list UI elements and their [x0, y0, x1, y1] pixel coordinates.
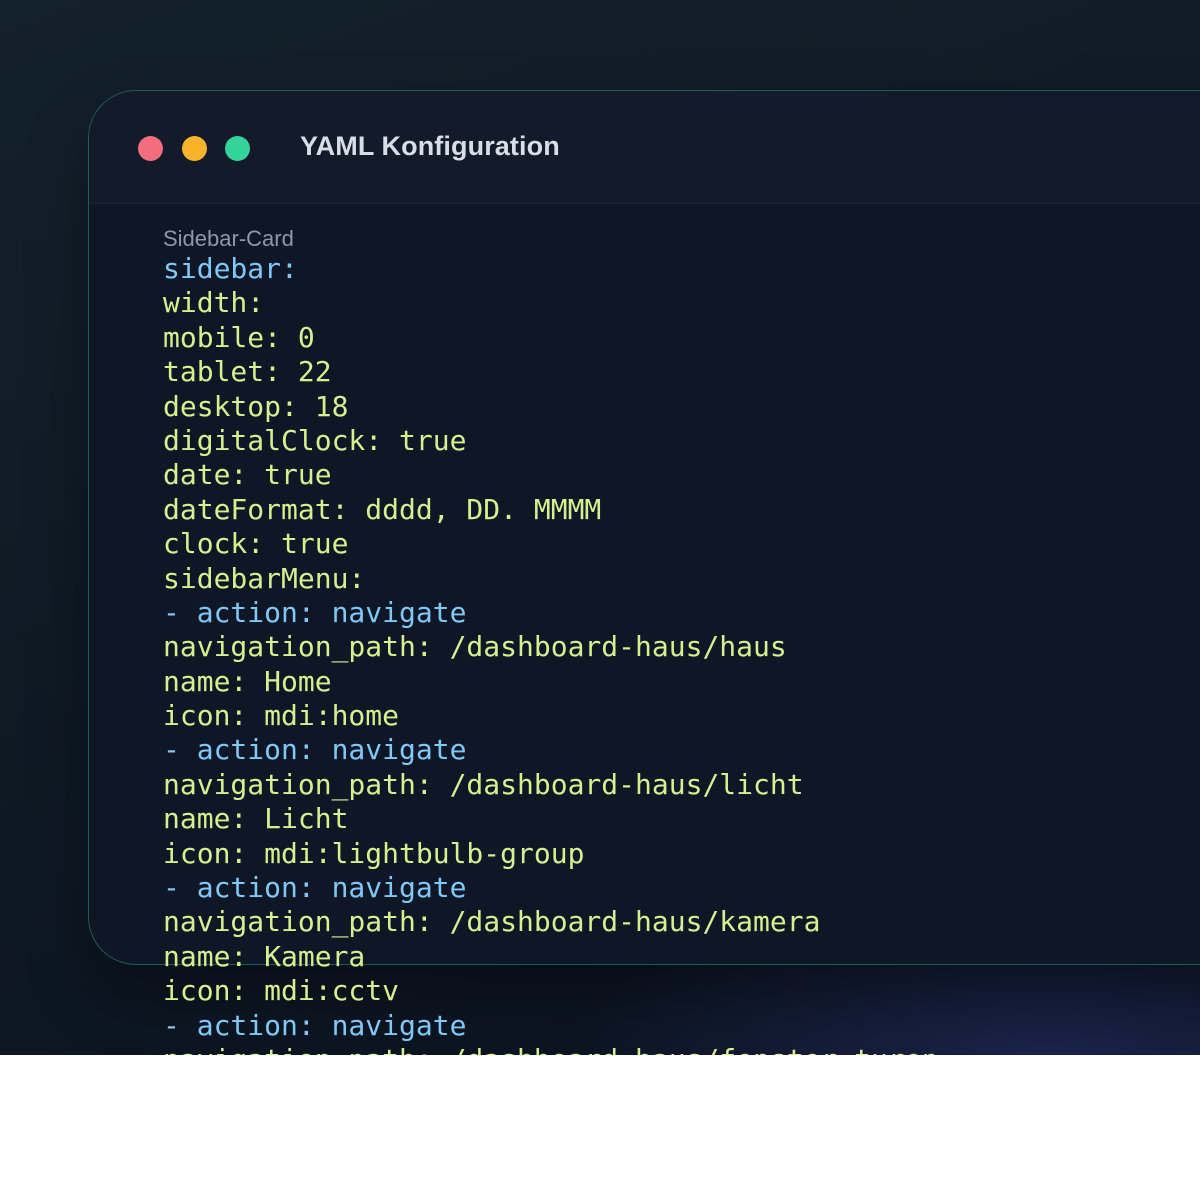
code-line-list-item: - action: navigate — [163, 871, 938, 905]
code-line: navigation_path: /dashboard-haus/licht — [163, 767, 804, 801]
code-line: navigation_path: /dashboard-haus/fenster… — [163, 1043, 938, 1055]
code-content: Sidebar-Card sidebar: width: mobile: 0 t… — [163, 226, 938, 1055]
code-text: action: navigate — [196, 595, 467, 629]
code-line: clock: true — [163, 527, 349, 561]
screenshot-stage: YAML Konfiguration Sidebar-Card sidebar:… — [0, 0, 1200, 1055]
window-titlebar: YAML Konfiguration — [89, 91, 1200, 204]
code-line-list-item: - action: navigate — [163, 596, 938, 630]
code-text: action: navigate — [196, 871, 467, 905]
code-line: date: true — [163, 458, 332, 492]
code-line: navigation_path: /dashboard-haus/kamera — [163, 905, 821, 939]
code-text: action: navigate — [196, 1008, 467, 1042]
list-marker: - — [163, 1008, 197, 1042]
code-line: dateFormat: dddd, DD. MMMM — [163, 492, 602, 526]
code-line: navigation_path: /dashboard-haus/haus — [163, 630, 787, 664]
code-line: sidebar: — [163, 252, 298, 285]
code-line: sidebarMenu: — [163, 561, 366, 595]
code-line: icon: mdi:cctv — [163, 974, 400, 1008]
code-line: name: Kamera — [163, 939, 366, 973]
file-label: Sidebar-Card — [163, 226, 294, 251]
code-line: tablet: 22 — [163, 355, 332, 389]
maximize-window-button[interactable] — [225, 136, 250, 161]
code-line: width: — [163, 286, 265, 320]
minimize-window-button[interactable] — [182, 136, 207, 161]
yaml-code-block: sidebar: width: mobile: 0 tablet: 22 des… — [163, 252, 938, 1055]
code-line: icon: mdi:lightbulb-group — [163, 836, 585, 870]
code-text: action: navigate — [196, 733, 467, 767]
code-line-list-item: - action: navigate — [163, 1009, 938, 1043]
code-line-list-item: - action: navigate — [163, 733, 938, 767]
code-line: name: Licht — [163, 802, 349, 836]
list-marker: - — [163, 595, 197, 629]
list-marker: - — [163, 733, 197, 767]
window-title: YAML Konfiguration — [300, 131, 560, 161]
code-line: name: Home — [163, 664, 332, 698]
list-marker: - — [163, 871, 197, 905]
close-window-button[interactable] — [138, 136, 163, 161]
code-line: desktop: 18 — [163, 389, 349, 423]
code-line: icon: mdi:home — [163, 699, 400, 733]
code-line: digitalClock: true — [163, 423, 467, 457]
code-line: mobile: 0 — [163, 320, 315, 354]
